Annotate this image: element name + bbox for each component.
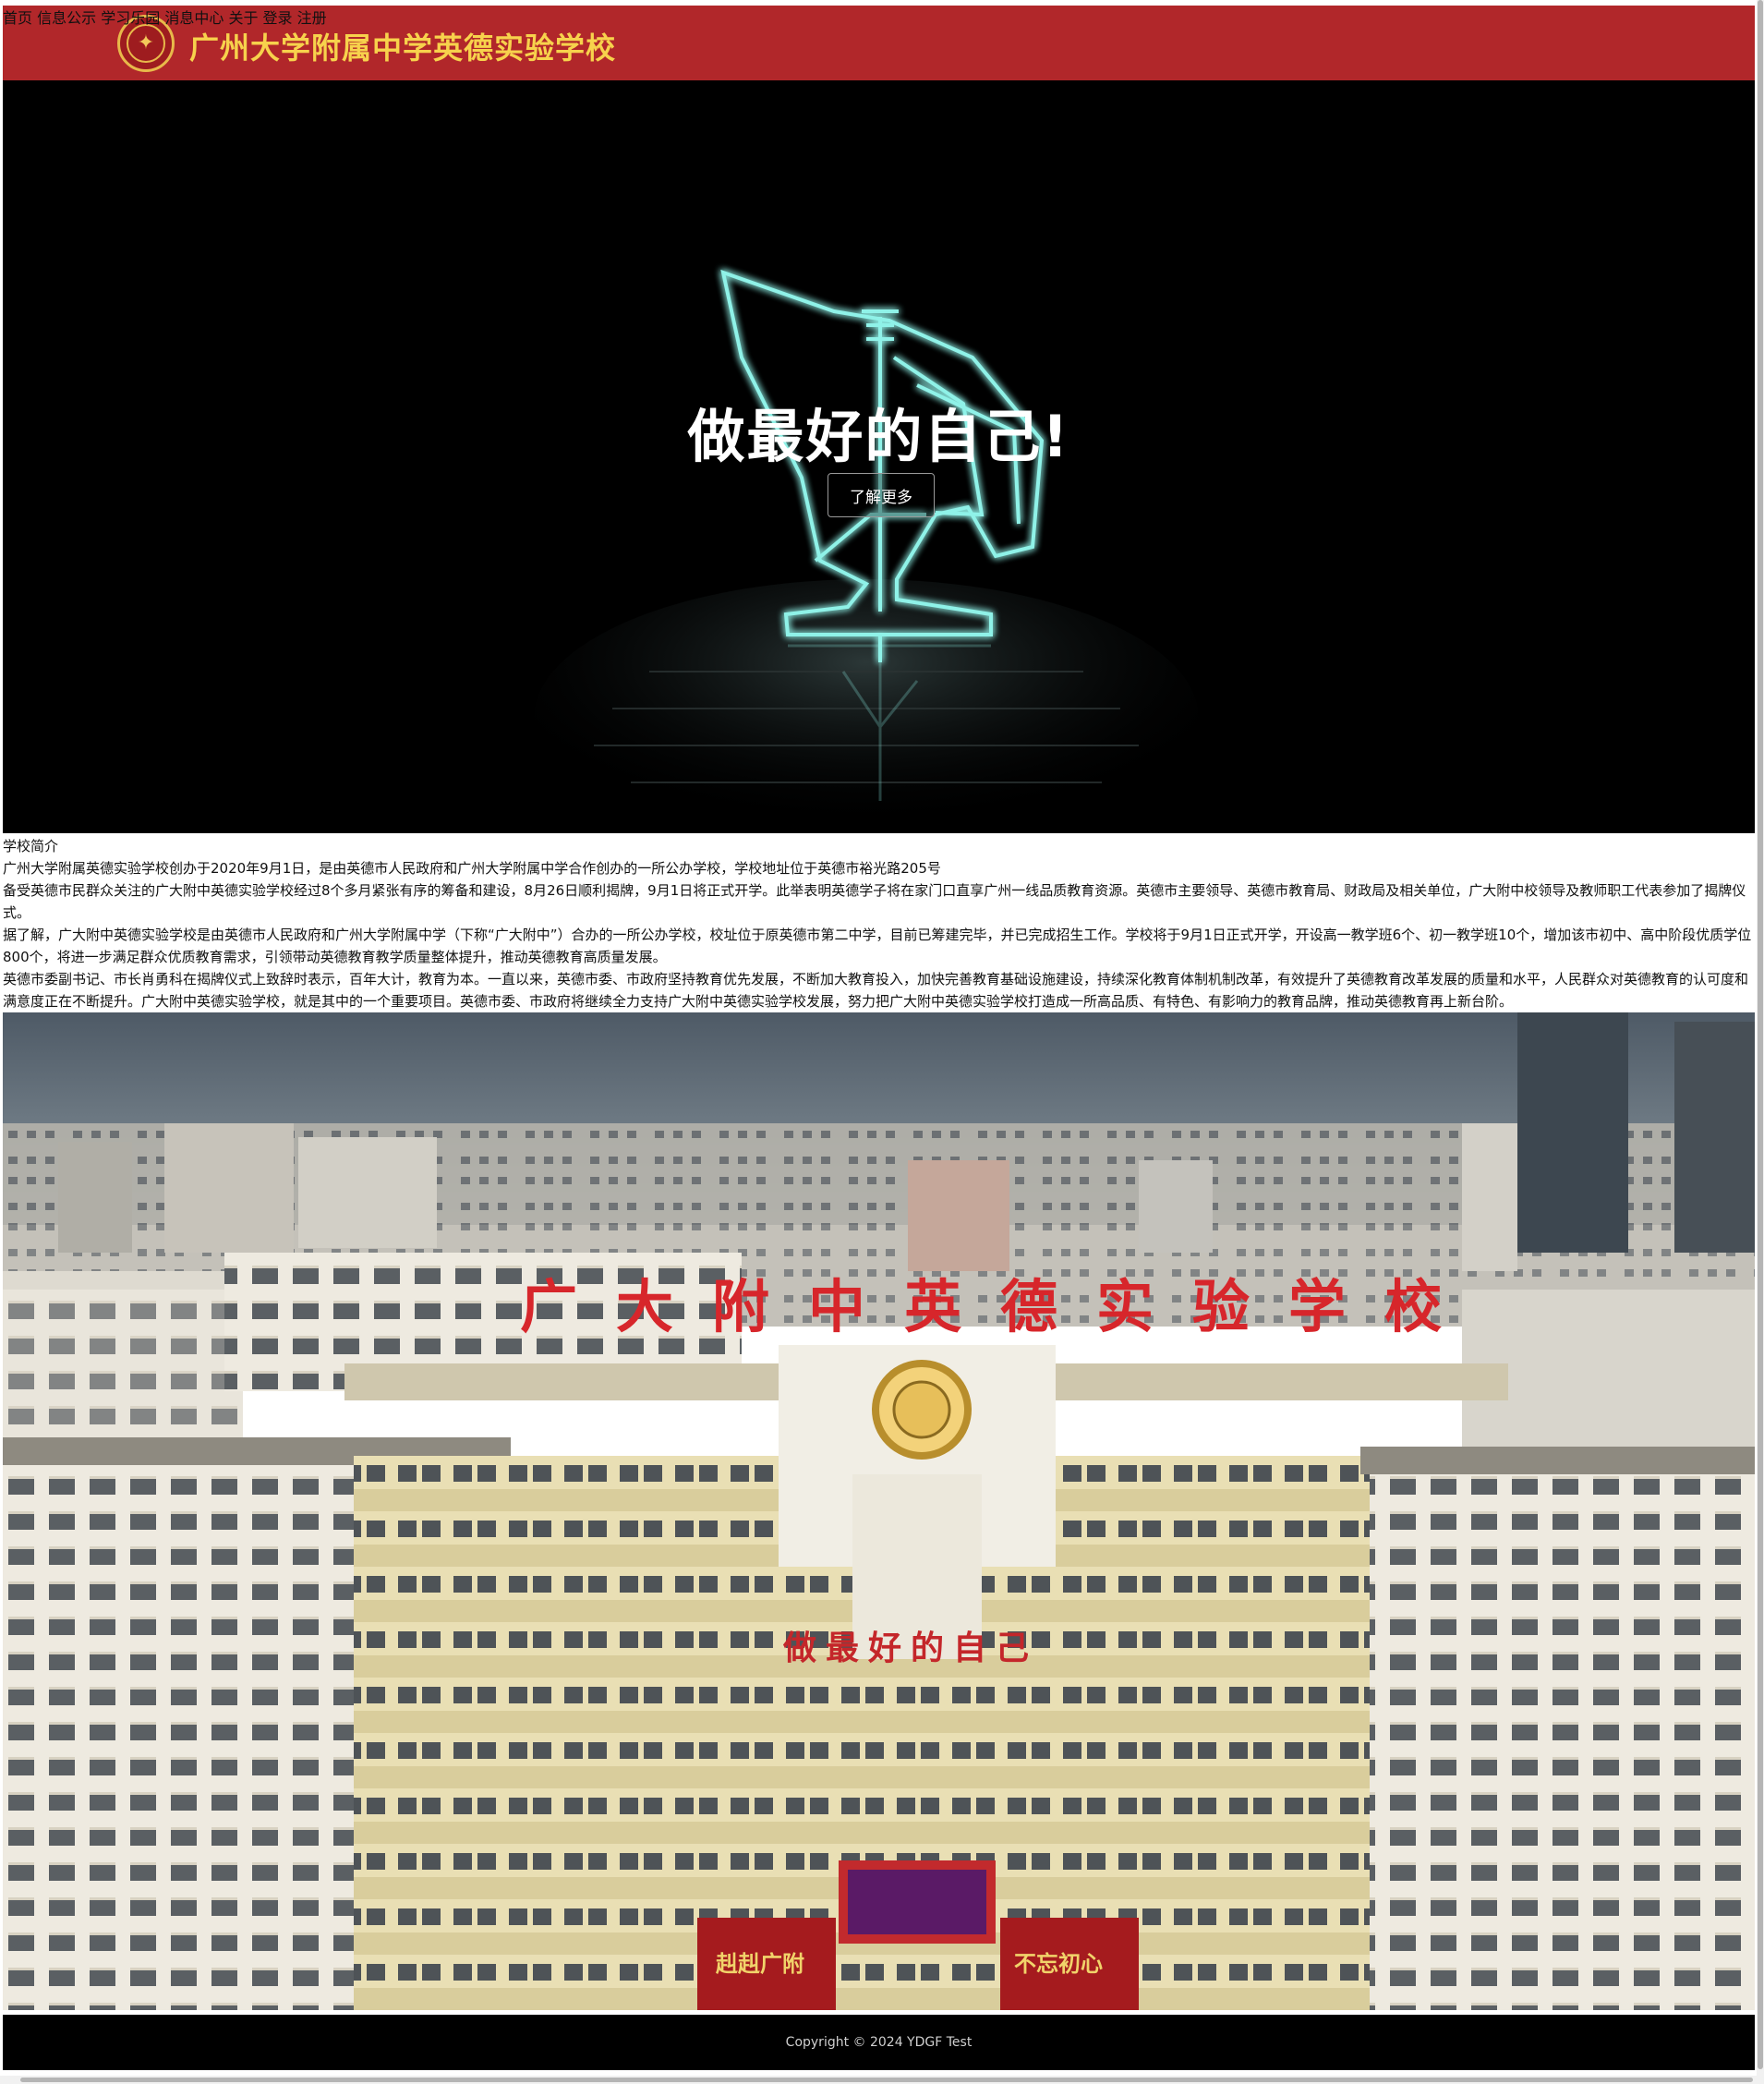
- school-intro-section: 学校简介 广州大学附属英德实验学校创办于2020年9月1日，是由英德市人民政府和…: [3, 835, 1755, 1012]
- nav-home[interactable]: 首页: [3, 9, 32, 27]
- hero-banner: 做最好的自己! 了解更多: [3, 80, 1755, 833]
- vertical-scrollbar[interactable]: [1757, 0, 1764, 2084]
- intro-heading: 学校简介: [3, 838, 59, 854]
- main-nav: 首页 信息公示 学习乐园 消息中心 关于 登录 注册: [3, 6, 1755, 80]
- nav-message-center[interactable]: 消息中心: [164, 9, 224, 27]
- banner-right-text: 不忘初心: [1014, 1950, 1103, 1977]
- top-navbar: ✦ 广州大学附属中学英德实验学校 首页 信息公示 学习乐园 消息中心 关于 登录…: [3, 6, 1755, 80]
- nav-about[interactable]: 关于: [228, 9, 258, 27]
- facade-motto-text: 做最好的自己: [782, 1629, 1038, 1667]
- page-footer: Copyright © 2024 YDGF Test: [3, 2015, 1755, 2070]
- nav-login[interactable]: 登录: [263, 9, 293, 27]
- learn-more-button[interactable]: 了解更多: [828, 473, 935, 517]
- intro-paragraph: 英德市委副书记、市长肖勇科在揭牌仪式上致辞时表示，百年大计，教育为本。一直以来，…: [3, 971, 1749, 1010]
- intro-paragraph: 备受英德市民群众关注的广大附中英德实验学校经过8个多月紧张有序的筹备和建设，8月…: [3, 882, 1746, 921]
- nav-register[interactable]: 注册: [297, 9, 327, 27]
- horizontal-scrollbar[interactable]: [0, 2076, 1764, 2084]
- nav-info-disclosure[interactable]: 信息公示: [37, 9, 96, 27]
- rooftop-sign-text: 广大附中英德实验学校: [520, 1273, 1480, 1340]
- intro-paragraph: 据了解，广大附中英德实验学校是由英德市人民政府和广州大学附属中学（下称“广大附中…: [3, 927, 1752, 965]
- banner-left-text: 赳赳广附: [715, 1950, 804, 1977]
- copyright-text: Copyright © 2024 YDGF Test: [785, 2035, 973, 2050]
- hero-headline: 做最好的自己!: [687, 403, 1070, 470]
- campus-aerial-photo: 广大附中英德实验学校 做最好的自己 赳赳广附 不忘初心: [3, 1012, 1755, 2010]
- intro-paragraph: 广州大学附属英德实验学校创办于2020年9月1日，是由英德市人民政府和广州大学附…: [3, 860, 941, 877]
- nav-learning-park[interactable]: 学习乐园: [101, 9, 160, 27]
